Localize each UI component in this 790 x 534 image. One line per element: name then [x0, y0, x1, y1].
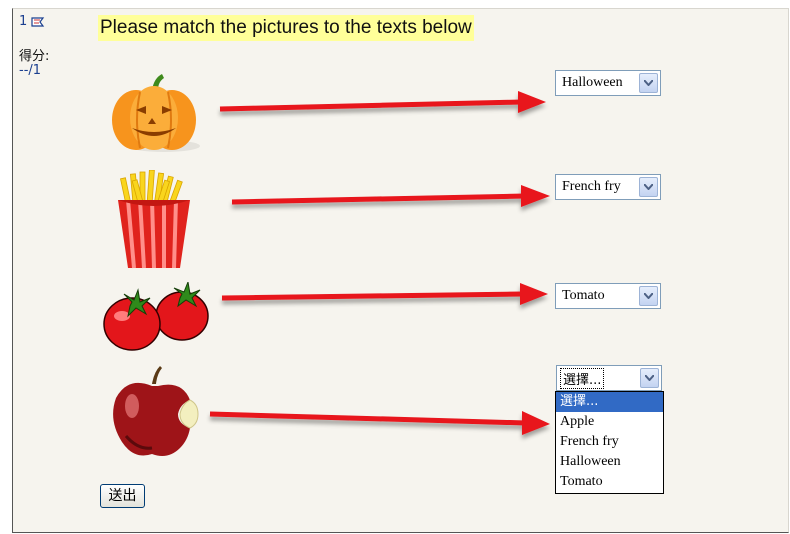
select-value: Halloween	[562, 75, 623, 90]
match-select-4[interactable]: 選擇...	[556, 365, 662, 391]
chevron-down-icon[interactable]	[639, 177, 658, 197]
arrow-tomatoes	[221, 283, 548, 305]
dropdown-option-apple[interactable]: Apple	[556, 412, 663, 432]
match-select-3[interactable]: Tomato	[555, 283, 661, 309]
arrow-fries	[231, 185, 550, 207]
match-select-2[interactable]: French fry	[555, 174, 661, 200]
dropdown-option-halloween[interactable]: Halloween	[556, 452, 663, 472]
chevron-down-icon[interactable]	[639, 73, 658, 93]
select-value: Tomato	[562, 288, 605, 303]
match-select-1[interactable]: Halloween	[555, 70, 661, 96]
submit-button[interactable]: 送出	[100, 484, 145, 508]
arrow-pumpkin	[219, 91, 546, 113]
arrow-apple	[209, 411, 550, 435]
arrows-layer	[209, 91, 550, 435]
dropdown-option-choose[interactable]: 選擇...	[556, 392, 663, 412]
chevron-down-icon[interactable]	[639, 286, 658, 306]
chevron-down-icon[interactable]	[640, 368, 659, 388]
dropdown-option-french-fry[interactable]: French fry	[556, 432, 663, 452]
select-value: 選擇...	[559, 368, 605, 389]
select-dropdown-list: 選擇... Apple French fry Halloween Tomato	[555, 391, 664, 494]
dropdown-option-tomato[interactable]: Tomato	[556, 472, 663, 492]
select-value: French fry	[562, 179, 621, 194]
